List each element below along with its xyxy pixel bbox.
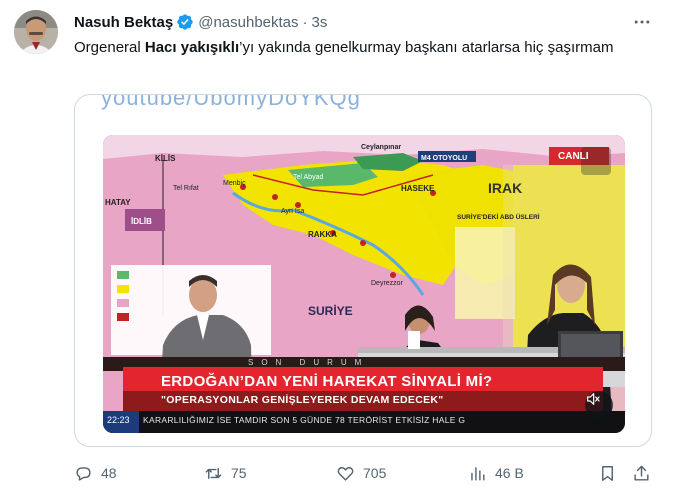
share-icon — [634, 465, 649, 481]
mute-button[interactable] — [585, 391, 613, 419]
retweet-button[interactable]: 75 — [204, 460, 247, 486]
map-label-tel-abyad: Tel Abyad — [293, 174, 323, 181]
map-label-idlib: İDLİB — [131, 217, 152, 226]
separator-dot: · — [302, 13, 308, 31]
bookmark-icon — [602, 465, 613, 481]
media-card[interactable]: youtube/UbomyDoYKQg KİLİS Tel Rıfat Menb… — [74, 94, 652, 447]
map-label-rakka: RAKKA — [308, 230, 337, 239]
author-handle[interactable]: @nasuhbektas — [198, 14, 298, 31]
map-label-kilis: KİLİS — [155, 154, 176, 163]
tweet-text: Orgeneral Hacı yakışıklı’yı yakında gene… — [74, 37, 634, 58]
verified-badge-icon — [177, 14, 193, 30]
more-dots-icon — [634, 20, 650, 24]
map-label-suriye: SURİYE — [308, 303, 353, 318]
map-label-deyrezzor: Deyrezzor — [371, 280, 404, 287]
map-label-haseke: HASEKE — [401, 184, 435, 193]
bookmark-button[interactable] — [598, 460, 625, 486]
tweet-text-part2: ’yı yakında genelkurmay başkanı atarlars… — [239, 39, 614, 56]
like-button[interactable]: 705 — [336, 460, 386, 486]
video-subheadline: "OPERASYONLAR GENİŞLEYEREK DEVAM EDECEK" — [161, 394, 444, 406]
map-label-tel-rifat: Tel Rıfat — [173, 185, 199, 192]
breaking-label: SON DURUM — [248, 358, 370, 367]
map-label-m4: M4 OTOYOLU — [421, 155, 467, 162]
author-display-name[interactable]: Nasuh Bektaş — [74, 14, 173, 31]
map-label-menbic: Menbiç — [223, 180, 246, 187]
map-label-irak: IRAK — [488, 180, 522, 196]
tweet-actions: 48 75 705 46 B — [74, 460, 654, 486]
map-label-ceylanpinar: Ceylanpınar — [361, 144, 401, 151]
share-button[interactable] — [632, 460, 659, 486]
reply-count: 48 — [101, 465, 117, 481]
analytics-icon — [471, 466, 485, 481]
tweet-header: Nasuh Bektaş @nasuhbektas · 3s — [74, 12, 327, 32]
map-label-ayn-isa: Ayn Isa — [281, 208, 304, 215]
views-count: 46 B — [495, 465, 524, 481]
retweet-count: 75 — [231, 465, 247, 481]
map-label-suriye-abd: SURİYE'DEKİ ABD ÜSLERİ — [457, 212, 540, 221]
heart-icon — [337, 466, 354, 481]
tweet-text-bold: Hacı yakışıklı — [144, 39, 240, 56]
channel-logo: CANLI — [558, 151, 589, 162]
tweet-timestamp[interactable]: 3s — [312, 14, 328, 31]
video-ticker: KARARLILIĞIMIZ İSE TAMDIR SON 5 GÜNDE 78… — [143, 415, 466, 425]
tweet-card[interactable]: Nasuh Bektaş @nasuhbektas · 3s Orgeneral… — [0, 0, 673, 503]
more-options-button[interactable] — [630, 12, 654, 32]
video-headline: ERDOĞAN’DAN YENİ HAREKAT SİNYALİ Mİ? — [161, 373, 493, 390]
retweet-icon — [205, 467, 222, 479]
reply-button[interactable]: 48 — [74, 460, 117, 486]
cropped-header-text: youtube/UbomyDoYKQg — [101, 94, 361, 110]
like-count: 705 — [363, 465, 387, 481]
video-player[interactable]: KİLİS Tel Rıfat Menbiç Ayn Isa Tel Abyad… — [103, 135, 625, 433]
tweet-text-part1: Orgeneral — [74, 39, 145, 56]
user-avatar[interactable] — [14, 10, 58, 54]
reply-icon — [76, 466, 91, 481]
speaker-muted-icon — [587, 393, 600, 405]
map-label-hatay: HATAY — [105, 198, 131, 207]
video-clock: 22:23 — [107, 415, 130, 425]
views-button[interactable]: 46 B — [468, 460, 524, 486]
